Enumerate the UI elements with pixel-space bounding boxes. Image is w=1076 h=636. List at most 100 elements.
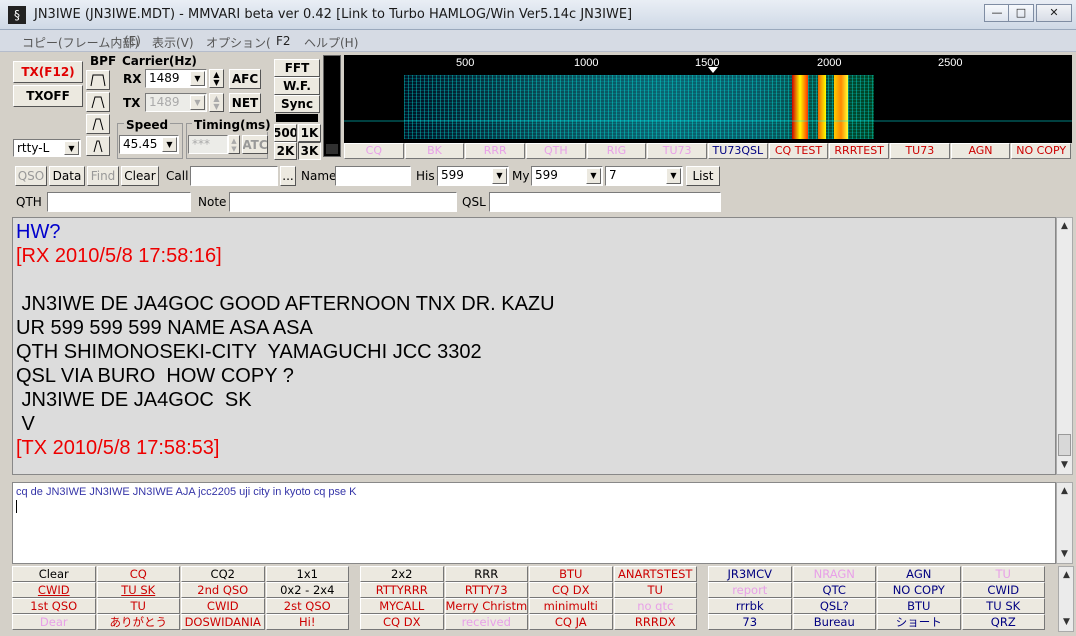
- macro-button[interactable]: 1st QSO: [12, 598, 96, 614]
- macro-button[interactable]: CWID: [12, 582, 96, 598]
- qsl-input[interactable]: [489, 192, 721, 212]
- rx-spin-button[interactable]: ▲ ▼: [209, 69, 224, 88]
- macro-button[interactable]: Bureau: [792, 614, 876, 630]
- quick-macro-button[interactable]: RRR: [465, 143, 525, 159]
- maximize-button[interactable]: □: [1008, 4, 1034, 22]
- close-button[interactable]: ✕: [1036, 4, 1072, 22]
- mode-select[interactable]: rtty-L ▼: [13, 139, 81, 157]
- macro-scrollbar[interactable]: ▲ ▼: [1058, 566, 1074, 632]
- macro-button[interactable]: TU: [961, 566, 1045, 582]
- macro-button[interactable]: AGN: [877, 566, 961, 582]
- macro-button[interactable]: CQ: [96, 566, 180, 582]
- macro-button[interactable]: NO COPY: [877, 582, 961, 598]
- rx-text-window[interactable]: HW? [RX 2010/5/8 17:58:16] JN3IWE DE JA4G…: [12, 217, 1056, 475]
- menu-options[interactable]: オプション(: [206, 34, 271, 51]
- quick-macro-button[interactable]: TU73: [647, 143, 707, 159]
- scroll-up-icon[interactable]: ▲: [1058, 484, 1071, 498]
- menu-edit[interactable]: (E): [124, 34, 141, 48]
- quick-macro-button[interactable]: AGN: [950, 143, 1011, 159]
- tx-frequency-input[interactable]: 1489 ▼: [145, 93, 207, 112]
- macro-button[interactable]: 1x1: [265, 566, 349, 582]
- name-input[interactable]: [335, 166, 411, 186]
- macro-button[interactable]: CQ DX: [360, 614, 444, 630]
- macro-button[interactable]: report: [708, 582, 792, 598]
- scroll-down-icon[interactable]: ▼: [1060, 615, 1073, 629]
- macro-button[interactable]: CWID: [181, 598, 265, 614]
- sync-button[interactable]: Sync: [274, 95, 320, 113]
- minimize-button[interactable]: —: [984, 4, 1010, 22]
- quick-macro-button[interactable]: BK: [404, 143, 465, 159]
- bw-500-button[interactable]: 500: [274, 124, 297, 142]
- list-button[interactable]: List: [686, 166, 720, 186]
- quick-macro-button[interactable]: TU73: [890, 143, 950, 159]
- macro-button[interactable]: BTU: [877, 598, 961, 614]
- macro-button[interactable]: Merry Christmas: [444, 598, 528, 614]
- quick-macro-button[interactable]: NO COPY: [1011, 143, 1071, 159]
- quick-macro-button[interactable]: TU73QSL: [708, 143, 768, 159]
- bpf-narrow-button[interactable]: [86, 114, 110, 134]
- macro-button[interactable]: NRAGN: [792, 566, 876, 582]
- timing-input[interactable]: ***: [188, 135, 228, 154]
- afc-button[interactable]: AFC: [229, 69, 261, 89]
- macro-button[interactable]: rrrbk: [708, 598, 792, 614]
- bw-1k-button[interactable]: 1K: [298, 124, 321, 142]
- macro-button[interactable]: DOSWIDANIA: [181, 614, 265, 630]
- menu-f2[interactable]: F2: [276, 34, 291, 48]
- scroll-down-icon[interactable]: ▼: [1058, 458, 1071, 472]
- bw-3k-button[interactable]: 3K: [298, 142, 321, 160]
- macro-button[interactable]: ANARTSTEST: [613, 566, 697, 582]
- bpf-mid-button[interactable]: [86, 92, 110, 112]
- macro-button[interactable]: BTU: [529, 566, 613, 582]
- band-select[interactable]: 7 ▼: [605, 166, 683, 186]
- find-button[interactable]: Find: [87, 166, 119, 186]
- macro-button[interactable]: TU: [613, 582, 697, 598]
- fft-button[interactable]: FFT: [274, 59, 320, 77]
- macro-button[interactable]: RRRDX: [613, 614, 697, 630]
- macro-button[interactable]: RTTY73: [444, 582, 528, 598]
- note-input[interactable]: [229, 192, 457, 212]
- macro-button[interactable]: QRZ: [961, 614, 1045, 630]
- clear-button[interactable]: Clear: [121, 166, 159, 186]
- menu-help[interactable]: ヘルプ(H): [304, 34, 358, 51]
- macro-button[interactable]: CQ JA: [529, 614, 613, 630]
- macro-button[interactable]: Dear: [12, 614, 96, 630]
- atc-button[interactable]: ATC: [242, 135, 268, 154]
- bpf-wide-button[interactable]: [86, 70, 110, 90]
- macro-button[interactable]: Hi!: [265, 614, 349, 630]
- macro-button[interactable]: 2st QSO: [265, 598, 349, 614]
- macro-button[interactable]: no qtc: [613, 598, 697, 614]
- waterfall-button[interactable]: W.F.: [274, 77, 320, 95]
- quick-macro-button[interactable]: CQ: [344, 143, 404, 159]
- macro-button[interactable]: QSL?: [792, 598, 876, 614]
- tx-spin-button[interactable]: ▲ ▼: [209, 93, 224, 112]
- scroll-down-icon[interactable]: ▼: [1058, 547, 1071, 561]
- scroll-up-icon[interactable]: ▲: [1058, 219, 1071, 233]
- menu-copy[interactable]: コピー(フレーム内部): [22, 34, 139, 51]
- rx-frequency-input[interactable]: 1489 ▼: [145, 69, 207, 88]
- menu-view[interactable]: 表示(V): [152, 34, 194, 51]
- macro-button[interactable]: JR3MCV: [708, 566, 792, 582]
- call-lookup-button[interactable]: ...: [280, 166, 296, 186]
- scroll-up-icon[interactable]: ▲: [1060, 568, 1073, 582]
- quick-macro-button[interactable]: RRRTEST: [829, 143, 889, 159]
- my-rst-select[interactable]: 599 ▼: [531, 166, 603, 186]
- macro-button[interactable]: MYCALL: [360, 598, 444, 614]
- tx-scrollbar[interactable]: ▲ ▼: [1056, 482, 1073, 564]
- macro-button[interactable]: TU SK: [96, 582, 180, 598]
- txoff-button[interactable]: TXOFF: [13, 85, 83, 107]
- macro-button[interactable]: 73: [708, 614, 792, 630]
- timing-spin-button[interactable]: ▲ ▼: [228, 135, 240, 154]
- his-rst-select[interactable]: 599 ▼: [437, 166, 509, 186]
- macro-button[interactable]: 0x2 - 2x4: [265, 582, 349, 598]
- quick-macro-button[interactable]: RIG: [586, 143, 647, 159]
- macro-button[interactable]: RRR: [444, 566, 528, 582]
- macro-button[interactable]: TU SK: [961, 598, 1045, 614]
- bw-2k-button[interactable]: 2K: [274, 142, 297, 160]
- macro-button[interactable]: Clear: [12, 566, 96, 582]
- title-bar[interactable]: § JN3IWE (JN3IWE.MDT) - MMVARI beta ver …: [0, 0, 1076, 30]
- rx-scroll-thumb[interactable]: [1058, 434, 1071, 456]
- macro-button[interactable]: RTTYRRR: [360, 582, 444, 598]
- macro-button[interactable]: TU: [96, 598, 180, 614]
- call-input[interactable]: [190, 166, 278, 186]
- quick-macro-button[interactable]: CQ TEST: [768, 143, 829, 159]
